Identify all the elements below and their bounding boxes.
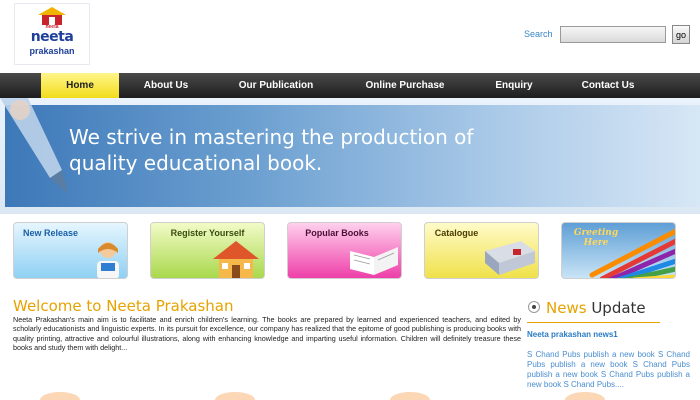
nav-home[interactable]: Home: [41, 73, 119, 98]
decorative-blob: [215, 392, 255, 400]
banner-line-1: We strive in mastering the production of: [69, 125, 474, 149]
news-divider: [527, 322, 660, 323]
search-go-button[interactable]: go: [672, 25, 690, 44]
welcome-paragraph: Neeta Prakashan's main aim is to facilit…: [13, 315, 521, 353]
card-popular-books[interactable]: Popular Books: [287, 222, 402, 279]
card-register-title: Register Yourself: [170, 228, 245, 238]
card-popular-books-title: Popular Books: [305, 228, 369, 238]
search-label: Search: [524, 29, 553, 39]
card-catalogue[interactable]: Catalogue: [424, 222, 539, 279]
site-logo[interactable]: neeta neeta prakashan: [14, 3, 90, 65]
news-headline-link[interactable]: Neeta prakashan news1: [527, 330, 618, 339]
nav-enquiry[interactable]: Enquiry: [477, 73, 551, 98]
hero-banner: We strive in mastering the production of…: [0, 98, 700, 214]
news-update-heading: News Update: [546, 299, 646, 317]
child-reading-icon: [97, 242, 119, 278]
nav-contact-us[interactable]: Contact Us: [570, 73, 646, 98]
card-new-release-title: New Release: [22, 228, 79, 238]
card-greeting-here[interactable]: Greeting Here: [561, 222, 676, 279]
search-input[interactable]: [560, 26, 666, 43]
decorative-blob: [565, 392, 605, 400]
pen-illustration-icon: [0, 98, 68, 194]
card-catalogue-title: Catalogue: [434, 228, 479, 238]
news-title-update: Update: [591, 299, 646, 317]
catalogue-box-icon: [485, 241, 535, 275]
nav-about-us[interactable]: About Us: [128, 73, 204, 98]
logo-subname: prakashan: [29, 46, 75, 56]
decorative-blob: [40, 392, 80, 400]
main-navigation: Home About Us Our Publication Online Pur…: [0, 73, 700, 98]
open-book-icon: [350, 247, 398, 275]
colored-pencils-icon: [589, 228, 675, 278]
card-register-yourself[interactable]: Register Yourself: [150, 222, 265, 279]
news-bullet-icon: [528, 301, 540, 313]
welcome-heading: Welcome to Neeta Prakashan: [13, 297, 234, 315]
nav-our-publication[interactable]: Our Publication: [220, 73, 332, 98]
house-icon: [213, 241, 259, 278]
news-title-news: News: [546, 299, 587, 317]
card-new-release[interactable]: New Release: [13, 222, 128, 279]
logo-name: neeta: [30, 29, 74, 45]
decorative-blob: [390, 392, 430, 400]
nav-online-purchase[interactable]: Online Purchase: [350, 73, 460, 98]
banner-line-2: quality educational book.: [69, 151, 323, 175]
news-body-text: S Chand Pubs publish a new book S Chand …: [527, 350, 690, 389]
